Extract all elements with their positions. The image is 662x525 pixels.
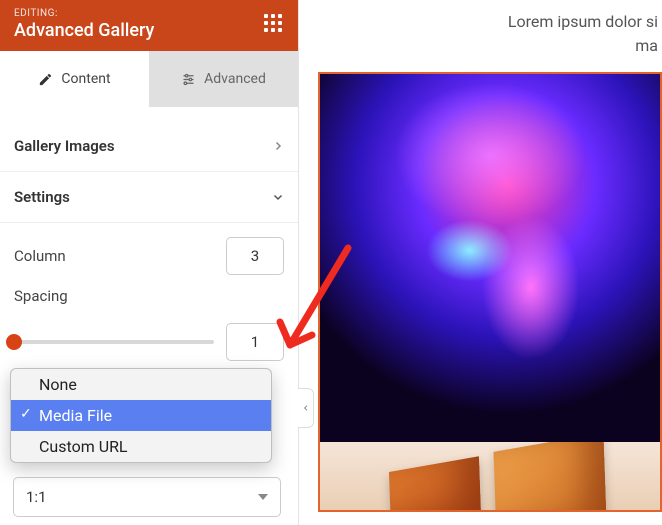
spacing-input[interactable] [226, 323, 284, 361]
collapse-sidebar-button[interactable] [298, 388, 314, 428]
section-gallery-images[interactable]: Gallery Images [0, 121, 298, 172]
sliders-icon [181, 72, 196, 87]
editing-label: EDITING: [14, 8, 284, 19]
section-gallery-images-label: Gallery Images [14, 137, 115, 155]
editor-canvas: Lorem ipsum dolor si ma [298, 0, 662, 525]
tab-bar: Content Advanced [0, 51, 298, 107]
chevron-left-icon [302, 402, 310, 414]
panel-title: Advanced Gallery [14, 20, 284, 41]
lorem-line-1: Lorem ipsum dolor si [318, 10, 658, 34]
lorem-line-2: ma [318, 34, 658, 58]
panel-header: EDITING: Advanced Gallery [0, 0, 298, 51]
column-input[interactable] [226, 237, 284, 275]
tab-content[interactable]: Content [0, 51, 149, 107]
link-to-dropdown: None Media File Custom URL [10, 368, 272, 463]
spacing-slider[interactable] [14, 340, 214, 344]
caret-down-icon [258, 494, 268, 500]
spacing-slider-thumb[interactable] [6, 334, 22, 350]
dropdown-option-custom-url[interactable]: Custom URL [11, 431, 271, 462]
tab-advanced-label: Advanced [204, 71, 266, 87]
column-label: Column [14, 247, 66, 265]
section-settings-label: Settings [14, 188, 70, 206]
apps-grid-icon[interactable] [264, 14, 284, 34]
aspect-ratio-value: 1:1 [26, 488, 47, 506]
chevron-down-icon [272, 191, 284, 203]
aspect-ratio-select[interactable]: 1:1 [13, 477, 281, 517]
dropdown-option-media-file[interactable]: Media File [11, 400, 271, 431]
chevron-right-icon [272, 140, 284, 152]
section-settings[interactable]: Settings [0, 172, 298, 223]
gallery-block[interactable] [318, 72, 662, 512]
field-column: Column [0, 223, 298, 283]
field-spacing: Spacing [0, 283, 298, 369]
pencil-icon [38, 72, 53, 87]
placeholder-text: Lorem ipsum dolor si ma [318, 0, 662, 58]
gallery-image-1 [320, 74, 660, 442]
spacing-label: Spacing [14, 283, 284, 305]
tab-advanced[interactable]: Advanced [149, 51, 298, 107]
gallery-image-2 [320, 442, 660, 512]
dropdown-option-none[interactable]: None [11, 369, 271, 400]
tab-content-label: Content [61, 71, 110, 87]
